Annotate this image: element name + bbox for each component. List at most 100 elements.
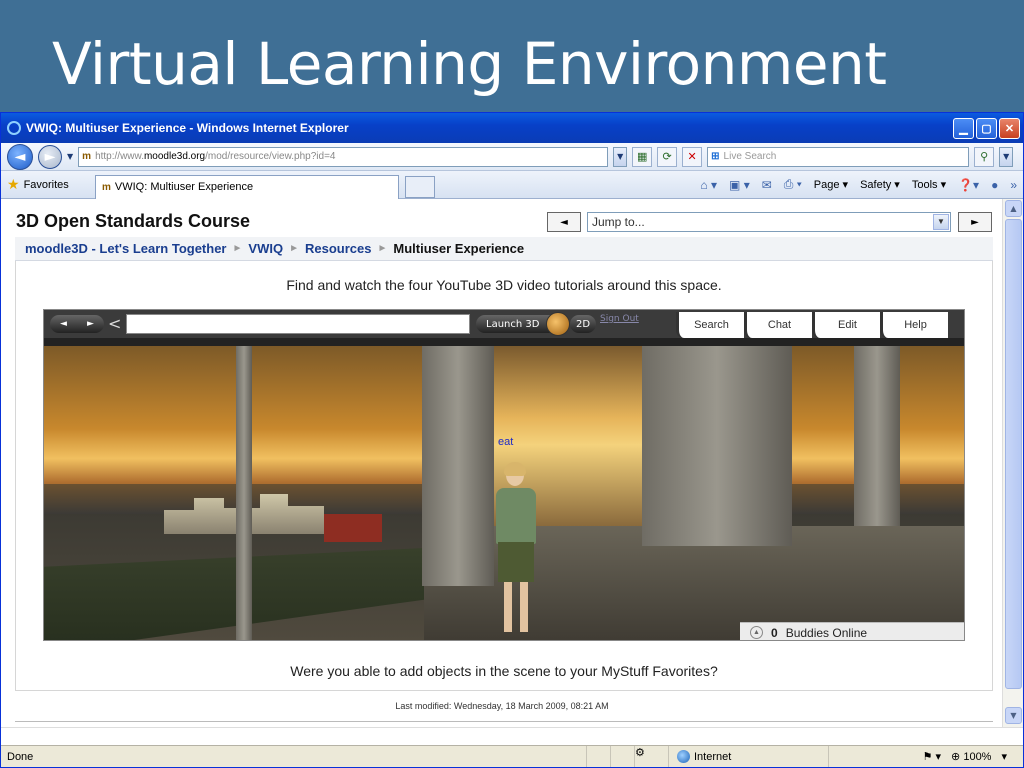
status-right: ⚑ ▾ ⊕ 100% ▾ [923,750,1023,763]
share-icon[interactable]: < [108,314,121,333]
help-icon[interactable]: ❓▾ [958,178,979,192]
last-modified: Last modified: Wednesday, 18 March 2009,… [395,701,609,711]
addon-icon[interactable]: ⚑ ▾ [923,750,941,763]
address-dropdown-icon[interactable]: ▼ [613,146,628,167]
vw-forward-button[interactable]: ► [87,319,94,329]
vertical-scrollbar[interactable]: ▲ ▼ [1002,199,1023,727]
back-button[interactable]: ◄ [7,143,33,170]
jump-to-select[interactable]: Jump to... ▼ [587,212,951,232]
forward-button[interactable]: ► [38,144,62,169]
chevron-more-icon[interactable]: » [1010,178,1017,192]
minimize-button[interactable]: ▁ [953,117,974,139]
sign-out-link[interactable]: Sign Out [600,314,639,324]
scroll-down-icon[interactable]: ▼ [1005,707,1022,724]
avatar-leg [504,582,512,632]
tab-label: VWIQ: Multiuser Experience [114,181,254,193]
breadcrumb-separator: ► [289,243,299,254]
course-title: 3D Open Standards Course [16,211,251,231]
status-bar: Done ⚙ Internet ⚑ ▾ ⊕ 100% ▾ [1,745,1023,767]
status-segment [611,746,635,767]
stop-icon[interactable]: ✕ [682,146,703,167]
chevron-up-icon[interactable]: ▲ [750,626,763,639]
status-segment [587,746,611,767]
status-text: Done [1,746,587,767]
2d-button[interactable]: 2D [570,315,597,333]
command-bar: ⌂ ▾ ▣ ▾ ✉ ⎙ ▾ Page ▾ Safety ▾ Tools ▾ ❓▾… [700,177,1017,192]
breadcrumb-vwiq[interactable]: VWIQ [248,241,283,256]
scrollbar-thumb[interactable] [1005,219,1022,689]
tab-search[interactable]: Search [676,312,744,338]
search-input[interactable]: ⊞ Live Search [707,146,970,167]
scene-pillar [854,346,900,526]
horizontal-scroll-area [1,727,1023,745]
search-icon[interactable]: ⚲ [974,146,995,167]
browser-window: VWIQ: Multiuser Experience - Windows Int… [0,112,1024,768]
mail-icon[interactable]: ✉ [762,178,772,192]
refresh-icon[interactable]: ⟳ [657,146,678,167]
address-toolbar: ◄ ► ▼ m http://www. moodle3d.org /mod/re… [1,143,1023,171]
security-zone[interactable]: Internet [669,746,829,767]
live-search-icon: ⊞ [711,151,720,162]
protected-mode-icon[interactable]: ⚙ [635,746,669,767]
vw-nav-pill: ◄ ► [50,315,104,333]
print-icon[interactable]: ⎙ ▾ [784,177,802,192]
url-host: moodle3d.org [143,151,206,162]
breadcrumb-home[interactable]: moodle3D - Let's Learn Together [25,241,227,256]
breadcrumb-resources[interactable]: Resources [305,241,371,256]
site-favicon-icon: m [82,151,92,162]
vw-back-button[interactable]: ◄ [60,319,67,329]
page-menu[interactable]: Page ▾ [814,178,848,191]
home-icon[interactable]: ⌂ ▾ [700,178,717,192]
buddies-count: 0 [771,625,778,640]
virtual-world-viewer[interactable]: ◄ ► < Launch 3D 2D Sign Out Search Chat … [43,309,965,641]
scene-red-building [324,514,382,542]
compatibility-icon[interactable]: ▦ [632,146,653,167]
search-options-icon[interactable]: ▼ [999,146,1014,167]
avatar-hair [504,462,526,476]
safety-menu-label: Safety [860,179,892,191]
instruction-bottom: Were you able to add objects in the scen… [290,663,718,679]
close-button[interactable]: ✕ [999,117,1020,139]
breadcrumb-separator: ► [377,243,388,254]
jump-prev-button[interactable]: ◄ [547,212,581,232]
favorites-label: Favorites [23,178,69,191]
avatar-torso [496,488,536,544]
tab-active[interactable]: m VWIQ: Multiuser Experience [95,174,399,199]
footer-divider [15,721,993,722]
zone-label: Internet [694,750,732,763]
page-content: 3D Open Standards Course ◄ Jump to... ▼ … [1,199,1003,727]
maximize-button[interactable]: ▢ [976,117,997,139]
favorites-button[interactable]: ★ Favorites [7,176,89,193]
safety-menu[interactable]: Safety ▾ [860,178,900,191]
history-dropdown-icon[interactable]: ▼ [67,152,73,161]
address-input[interactable]: m http://www. moodle3d.org /mod/resource… [78,146,609,167]
tab-help[interactable]: Help [880,312,948,338]
search-placeholder: Live Search [723,151,777,162]
research-icon[interactable]: ● [991,178,998,192]
window-controls: ▁ ▢ ✕ [953,117,1020,139]
vw-location-input[interactable] [126,314,470,334]
zoom-dropdown-icon[interactable]: ▾ [1001,750,1007,763]
jump-next-button[interactable]: ► [958,212,992,232]
new-tab-button[interactable] [405,175,435,198]
buddies-online-bar[interactable]: ▲ 0 Buddies Online [740,622,964,640]
tab-favicon-icon: m [102,181,111,193]
vw-toolbar: ◄ ► < Launch 3D 2D Sign Out Search Chat … [44,310,964,338]
tab-chat[interactable]: Chat [744,312,812,338]
breadcrumb-separator: ► [232,243,243,254]
feeds-icon[interactable]: ▣ ▾ [729,178,750,192]
jump-to-value: Jump to... [592,215,645,229]
chevron-down-icon: ▼ [933,214,949,230]
world-orb-icon [546,312,570,336]
3d-scene[interactable]: eat [44,346,964,640]
tools-menu[interactable]: Tools ▾ [912,178,946,191]
scroll-up-icon[interactable]: ▲ [1005,200,1022,217]
window-titlebar[interactable]: VWIQ: Multiuser Experience - Windows Int… [1,113,1023,143]
scene-lawn [44,548,424,640]
avatar-chat-label: eat [498,436,514,448]
buddies-label: Buddies Online [785,625,868,640]
slide-title: Virtual Learning Environment [52,30,887,98]
tab-edit[interactable]: Edit [812,312,880,338]
avatar[interactable] [484,462,548,639]
zoom-control[interactable]: ⊕ 100% [951,750,991,763]
